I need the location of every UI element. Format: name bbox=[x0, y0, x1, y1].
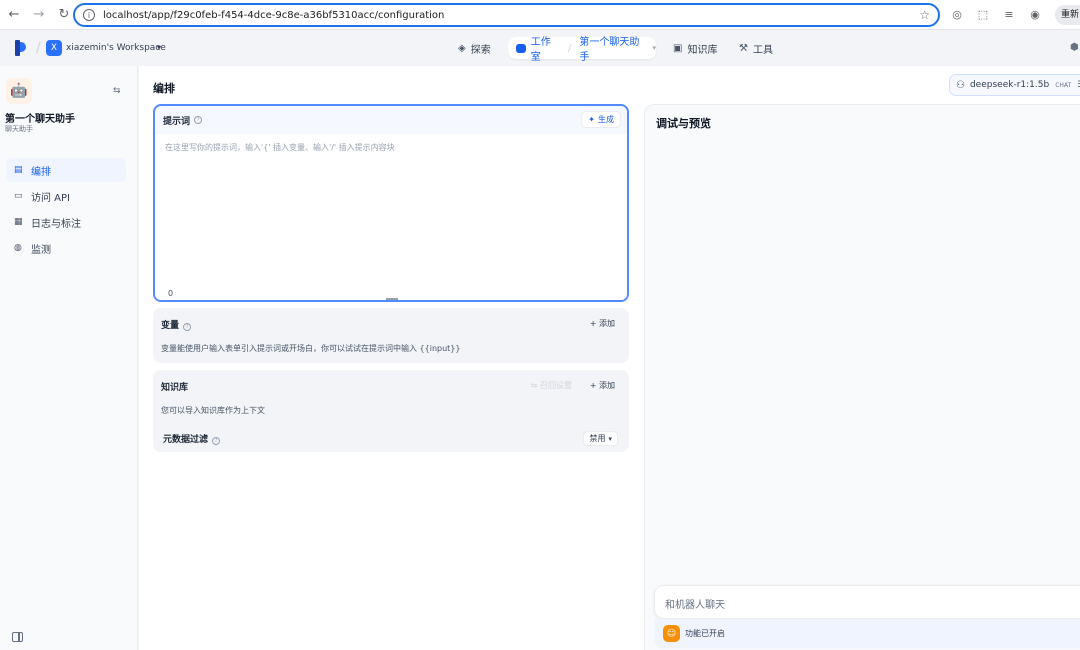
metadata-filter-label: 元数据过滤? bbox=[163, 432, 221, 445]
workspace-avatar[interactable]: X bbox=[46, 40, 62, 56]
prompt-editor: 提示词 ? ✦ 生成 在这里写你的提示词，输入'{' 插入变量、输入'/' 插入… bbox=[153, 104, 629, 302]
prompt-placeholder: 在这里写你的提示词，输入'{' 插入变量、输入'/' 插入提示内容块 bbox=[165, 143, 395, 152]
nav-tools-label: 工具 bbox=[752, 44, 773, 56]
bookmark-star-icon[interactable]: ☆ bbox=[919, 8, 930, 22]
sidebar-item-orchestrate[interactable]: ▤ 编排 bbox=[6, 158, 126, 182]
profile-icon[interactable]: ◉ bbox=[1026, 5, 1044, 23]
document-icon: ▦ bbox=[14, 217, 23, 227]
nav-explore[interactable]: ◈ 探索 bbox=[458, 38, 491, 58]
forward-icon[interactable]: → bbox=[28, 4, 50, 26]
add-knowledge-button[interactable]: + 添加 bbox=[590, 380, 615, 391]
sidebar-collapse-icon[interactable] bbox=[12, 632, 23, 642]
nav-studio-label: 工作室 bbox=[530, 37, 551, 63]
model-selector[interactable]: ⚇ deepseek-r1:1.5b CHAT ☷ bbox=[949, 74, 1080, 96]
char-count: 0 bbox=[168, 289, 174, 298]
nav-tools[interactable]: ⚒ 工具 bbox=[739, 38, 773, 58]
retrieval-settings-button[interactable]: ⇋ 召回设置 bbox=[531, 380, 572, 391]
model-mode-badge: CHAT bbox=[1055, 81, 1072, 89]
knowledge-description: 您可以导入知识库作为上下文 bbox=[161, 406, 265, 415]
feature-status: 功能已开启 bbox=[685, 629, 725, 638]
divider: / bbox=[567, 42, 572, 54]
back-icon[interactable]: ← bbox=[3, 4, 25, 26]
sidebar-item-label: 编排 bbox=[31, 166, 51, 178]
knowledge-card: 知识库 ⇋ 召回设置 + 添加 您可以导入知识库作为上下文 元数据过滤? 禁用 … bbox=[153, 370, 629, 452]
extension-icon[interactable]: ◎ bbox=[948, 5, 966, 23]
app-title: 第一个聊天助手 bbox=[5, 114, 75, 125]
nav-knowledge-label: 知识库 bbox=[687, 44, 718, 56]
sidebar-item-label: 日志与标注 bbox=[31, 218, 81, 230]
model-name: deepseek-r1:1.5b bbox=[969, 80, 1050, 90]
divider: / bbox=[36, 40, 41, 56]
debug-preview-panel: 调试与预览 和机器人聊天 ☺ 功能已开启 bbox=[644, 104, 1080, 650]
feature-icon: ☺ bbox=[663, 625, 680, 642]
toggle-icon[interactable]: ⇆ bbox=[113, 86, 121, 96]
feature-bar[interactable]: ☺ 功能已开启 bbox=[654, 619, 1080, 649]
metadata-filter-select[interactable]: 禁用 ▾ bbox=[583, 431, 618, 446]
compose-area: 编排 ⚇ deepseek-r1:1.5b CHAT ☷ 提示词 ? ✦ 生成 … bbox=[139, 66, 1080, 650]
sidebar-item-label: 监测 bbox=[31, 244, 51, 256]
sidebar-item-monitor[interactable]: ◍ 监测 bbox=[6, 236, 126, 260]
debug-title: 调试与预览 bbox=[656, 117, 711, 130]
sidebar-item-api[interactable]: ▭ 访问 API bbox=[6, 184, 126, 208]
prompt-header: 提示词 ? ✦ 生成 bbox=[155, 106, 627, 134]
chevron-down-icon[interactable]: ▾ bbox=[652, 44, 656, 52]
app-header: / X xiazemin's Workspace ▾ ◈ 探索 工作室 / 第一… bbox=[0, 30, 1080, 66]
browser-actions: ◎ ⬚ ≡ ◉ bbox=[948, 5, 1044, 23]
relaunch-button[interactable]: 重新 bbox=[1055, 5, 1080, 25]
dify-logo[interactable] bbox=[15, 40, 29, 56]
sidebar-item-logs[interactable]: ▦ 日志与标注 bbox=[6, 210, 126, 234]
terminal-icon: ▭ bbox=[14, 191, 23, 201]
workspace-name[interactable]: xiazemin's Workspace bbox=[66, 43, 166, 53]
model-icon: ⚇ bbox=[956, 79, 965, 91]
book-icon: ▣ bbox=[673, 42, 683, 54]
address-bar[interactable]: i localhost/app/f29c0feb-f454-4dce-9c8e-… bbox=[73, 3, 940, 27]
metadata-filter-value: 禁用 bbox=[589, 434, 606, 443]
knowledge-title: 知识库 bbox=[161, 383, 189, 393]
nav-explore-label: 探索 bbox=[470, 44, 491, 56]
url-text: localhost/app/f29c0feb-f454-4dce-9c8e-a3… bbox=[103, 9, 445, 21]
robot-icon bbox=[516, 43, 526, 53]
chevron-down-icon[interactable]: ▾ bbox=[157, 43, 161, 52]
chat-input[interactable]: 和机器人聊天 bbox=[654, 585, 1080, 619]
layout-icon: ▤ bbox=[14, 165, 23, 175]
site-info-icon[interactable]: i bbox=[83, 9, 95, 21]
variables-title: 变量? bbox=[161, 318, 192, 331]
current-app-label[interactable]: 第一个聊天助手 bbox=[579, 33, 647, 63]
chevron-down-icon: ▾ bbox=[608, 434, 612, 443]
prompt-textarea[interactable]: 在这里写你的提示词，输入'{' 插入变量、输入'/' 插入提示内容块 0 bbox=[155, 134, 627, 300]
generate-label: 生成 bbox=[598, 115, 614, 124]
hammer-icon: ⚒ bbox=[739, 42, 748, 54]
chat-placeholder: 和机器人聊天 bbox=[665, 600, 725, 611]
compass-icon: ◈ bbox=[458, 42, 466, 54]
help-icon[interactable]: ? bbox=[194, 116, 203, 124]
gauge-icon: ◍ bbox=[14, 243, 22, 253]
reload-icon[interactable]: ↻ bbox=[53, 4, 75, 26]
add-variable-button[interactable]: + 添加 bbox=[590, 318, 615, 329]
media-icon[interactable]: ≡ bbox=[1000, 5, 1018, 23]
variables-card: 变量? + 添加 变量能使用户输入表单引入提示词或开场白，你可以试试在提示词中输… bbox=[153, 308, 629, 363]
variables-description: 变量能使用户输入表单引入提示词或开场白，你可以试试在提示词中输入 {{input… bbox=[161, 344, 461, 353]
plugin-icon[interactable]: ⬢ bbox=[1070, 42, 1080, 53]
help-icon[interactable]: ? bbox=[212, 437, 221, 445]
app-sidebar: 🤖 ⇆ 第一个聊天助手 聊天助手 ▤ 编排 ▭ 访问 API ▦ 日志与标注 ◍… bbox=[0, 66, 138, 650]
app-type: 聊天助手 bbox=[5, 125, 33, 133]
sidebar-item-label: 访问 API bbox=[31, 192, 70, 204]
resize-handle[interactable] bbox=[386, 298, 398, 300]
puzzle-icon[interactable]: ⬚ bbox=[974, 5, 992, 23]
help-icon[interactable]: ? bbox=[183, 323, 192, 331]
generate-button[interactable]: ✦ 生成 bbox=[581, 111, 621, 128]
nav-studio[interactable]: 工作室 / 第一个聊天助手 ▾ bbox=[508, 37, 656, 63]
prompt-label: 提示词 bbox=[163, 116, 191, 127]
page-title: 编排 bbox=[153, 82, 175, 95]
app-icon: 🤖 bbox=[6, 78, 32, 104]
sparkle-icon: ✦ bbox=[588, 115, 595, 124]
sidebar-menu: ▤ 编排 ▭ 访问 API ▦ 日志与标注 ◍ 监测 bbox=[6, 158, 126, 262]
browser-toolbar: ← → ↻ i localhost/app/f29c0feb-f454-4dce… bbox=[0, 0, 1080, 30]
nav-knowledge[interactable]: ▣ 知识库 bbox=[673, 38, 717, 58]
